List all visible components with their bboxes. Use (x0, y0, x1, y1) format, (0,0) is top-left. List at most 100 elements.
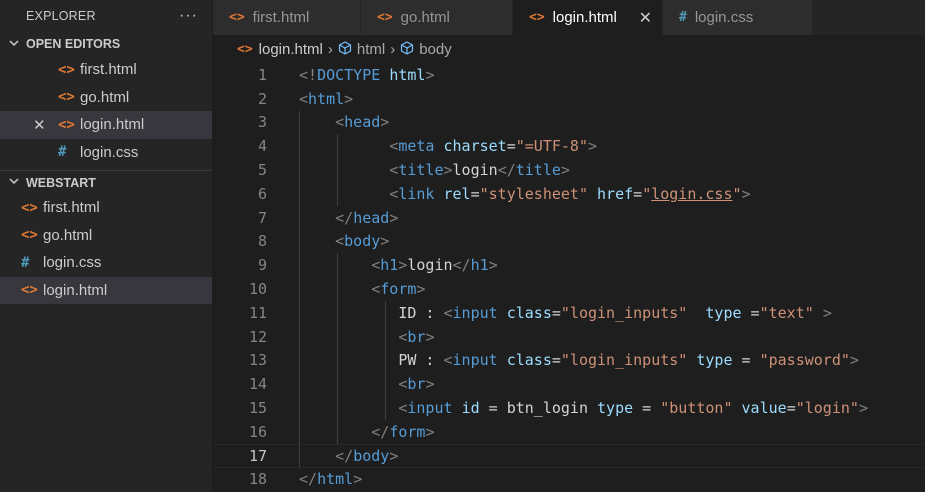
explorer-header: EXPLORER ··· (0, 0, 212, 32)
tab-first-html[interactable]: <> first.html (213, 0, 361, 35)
workspace-file-first-html[interactable]: <> first.html (0, 194, 212, 222)
workspace-file-login-html[interactable]: <> login.html (0, 276, 212, 304)
open-editors-section[interactable]: OPEN EDITORS (0, 32, 212, 56)
line-number: 12 (248, 327, 267, 346)
explorer-title: EXPLORER (26, 9, 96, 23)
line-number: 17 (248, 446, 267, 465)
code-token: > (389, 446, 399, 465)
file-label: login.css (80, 143, 139, 161)
code-text: PW : <input class="login_inputs" type = … (299, 351, 859, 369)
tab-go-html[interactable]: <> go.html (361, 0, 513, 35)
code-line[interactable]: 5 <title>login</title> (213, 158, 925, 182)
open-editor-go-html[interactable]: <> go.html (0, 84, 212, 112)
code-token: "password" (759, 351, 850, 370)
code-token: > (425, 327, 435, 346)
workspace-file-login-css[interactable]: # login.css (0, 249, 212, 277)
code-text: <title>login</title> (299, 161, 570, 179)
code-line[interactable]: 8 <body> (213, 229, 925, 254)
code-token: "login_inputs" (560, 303, 688, 322)
workspace-section[interactable]: WEBSTART (0, 170, 212, 194)
line-number: 7 (257, 208, 267, 227)
html-file-icon: <> (58, 89, 75, 106)
line-number: 1 (257, 65, 267, 84)
tab-login-css[interactable]: # login.css (663, 0, 813, 35)
code-token: charset (443, 137, 507, 156)
explorer-sidebar: EXPLORER ··· OPEN EDITORS <> first.html … (0, 0, 213, 492)
code-token: < (335, 113, 345, 132)
code-token: type (705, 303, 742, 322)
code-token: PW : (299, 351, 444, 370)
code-line[interactable]: 9 <h1>login</h1> (213, 253, 925, 278)
code-token: > (425, 65, 435, 84)
code-token: </ (371, 422, 390, 441)
html-file-icon: <> (377, 10, 393, 25)
code-token: head (344, 113, 381, 132)
code-token: html (389, 65, 426, 84)
breadcrumb-html[interactable]: html (357, 41, 385, 58)
code-token: = (551, 303, 561, 322)
code-token: input (407, 399, 453, 418)
file-label: go.html (80, 88, 130, 106)
close-icon[interactable]: ✕ (33, 116, 46, 134)
code-line[interactable]: 10 <form> (213, 277, 925, 301)
code-token: > (416, 280, 426, 299)
code-text: </html> (299, 470, 362, 488)
code-text: ID : <input class="login_inputs" type ="… (299, 304, 832, 322)
workspace-file-go-html[interactable]: <> go.html (0, 222, 212, 250)
code-line[interactable]: 15 <input id = btn_login type = "button"… (213, 396, 925, 420)
close-tab-icon[interactable]: ✕ (639, 8, 652, 28)
code-line[interactable]: 2 <html> (213, 87, 925, 111)
cube-icon (338, 40, 352, 58)
code-token: " (732, 184, 742, 203)
code-line[interactable]: 16 </form> (213, 419, 925, 444)
code-token: > (380, 113, 390, 132)
code-token: = (551, 351, 561, 370)
tab-label: first.html (252, 9, 310, 26)
code-line[interactable]: 17 </body> (213, 443, 925, 468)
code-token: < (299, 89, 309, 108)
code-line[interactable]: 1 <!DOCTYPE html> (213, 63, 925, 87)
open-editor-first-html[interactable]: <> first.html (0, 56, 212, 84)
code-token: "button" (660, 399, 733, 418)
code-token: h1 (380, 256, 399, 275)
breadcrumb-file[interactable]: login.html (259, 41, 323, 58)
code-token: = btn_login (479, 399, 598, 418)
code-token: DOCTYPE (317, 65, 381, 84)
chevron-right-icon: › (390, 40, 396, 58)
code-line[interactable]: 4 <meta charset="=UTF-8"> (213, 134, 925, 159)
code-line[interactable]: 7 </head> (213, 205, 925, 230)
code-token: > (425, 422, 435, 441)
code-line[interactable]: 13 PW : <input class="login_inputs" type… (213, 348, 925, 373)
code-line[interactable]: 6 <link rel="stylesheet" href="login.css… (213, 181, 925, 206)
open-editor-login-html[interactable]: ✕ <> login.html (0, 111, 212, 139)
code-line[interactable]: 14 <br> (213, 372, 925, 397)
code-text: <link rel="stylesheet" href="login.css"> (299, 184, 750, 203)
code-text: <form> (299, 280, 425, 298)
code-token: br (407, 327, 426, 346)
file-label: first.html (43, 199, 100, 217)
code-editor[interactable]: 1 <!DOCTYPE html> 2 <html> 3 <head> 4 <meta c… (213, 63, 925, 492)
code-line[interactable]: 12 <br> (213, 324, 925, 349)
code-token: < (389, 137, 399, 156)
breadcrumb-body[interactable]: body (419, 41, 452, 58)
line-number: 3 (257, 113, 267, 132)
code-line[interactable]: 18 </html> (213, 468, 925, 492)
tab-login-html[interactable]: <> login.html ✕ (513, 0, 663, 35)
code-line[interactable]: 3 <head> (213, 110, 925, 135)
line-number: 6 (257, 184, 267, 203)
breadcrumb: <> login.html › html › body (213, 35, 925, 63)
code-token: < (389, 161, 399, 180)
open-editor-login-css[interactable]: # login.css (0, 139, 212, 167)
code-line[interactable]: 11 ID : <input class="login_inputs" type… (213, 300, 925, 325)
code-token: br (407, 375, 426, 394)
code-token: > (560, 161, 570, 180)
more-actions-icon[interactable]: ··· (179, 7, 198, 25)
